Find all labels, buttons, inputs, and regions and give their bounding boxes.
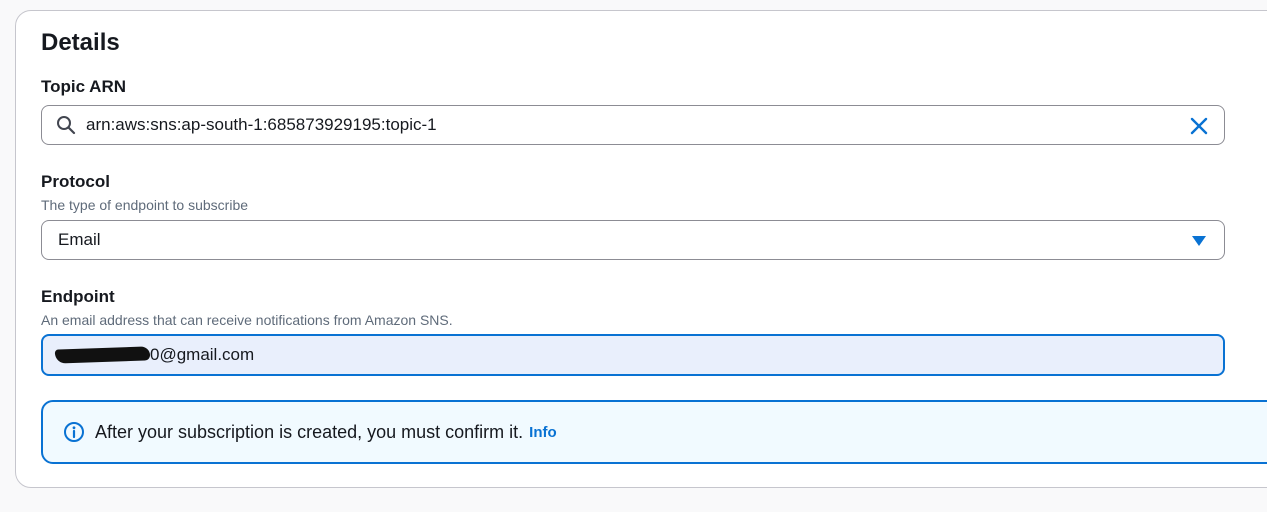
info-link[interactable]: Info [529,424,557,441]
protocol-description: The type of endpoint to subscribe [41,197,249,213]
protocol-label: Protocol [41,172,110,191]
endpoint-input[interactable]: 0@gmail.com [41,334,1225,376]
confirmation-alert: After your subscription is created, you … [41,400,1267,464]
topic-arn-input[interactable]: arn:aws:sns:ap-south-1:685873929195:topi… [41,105,1225,145]
protocol-select[interactable]: Email [41,220,1225,260]
topic-arn-value: arn:aws:sns:ap-south-1:685873929195:topi… [86,115,437,134]
redaction-mark [54,346,151,364]
alert-message: After your subscription is created, you … [95,421,524,442]
details-title: Details [41,29,120,56]
caret-down-icon[interactable] [1192,236,1206,246]
search-icon [57,116,76,135]
close-icon[interactable] [1188,115,1210,137]
endpoint-description: An email address that can receive notifi… [41,312,453,328]
info-icon [64,422,84,442]
protocol-selected-value: Email [58,230,101,249]
topic-arn-label: Topic ARN [41,77,126,96]
endpoint-value: 0@gmail.com [150,345,255,364]
endpoint-label: Endpoint [41,287,115,306]
